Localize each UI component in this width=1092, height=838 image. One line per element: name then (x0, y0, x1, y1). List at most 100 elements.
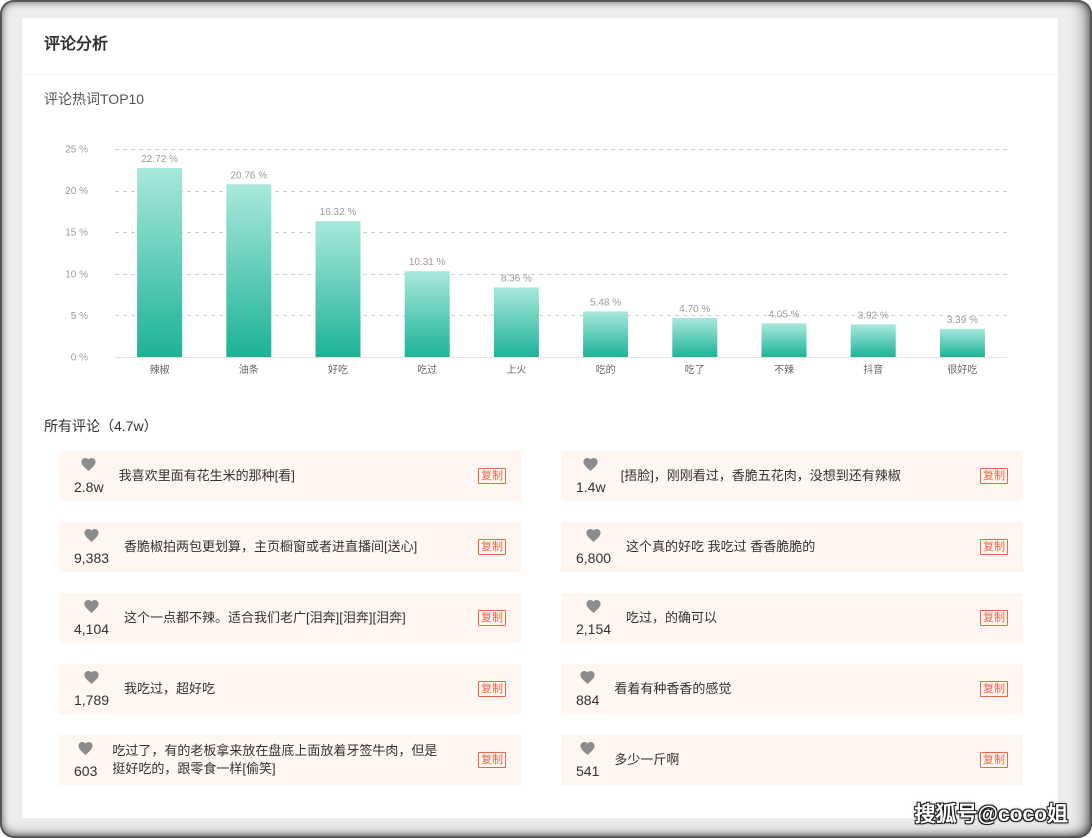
copy-button[interactable]: 复制 (980, 468, 1008, 484)
like-count: 2.8w (74, 478, 104, 495)
bar-value-label: 10.31 % (409, 257, 446, 268)
chart-bar[interactable] (493, 287, 539, 357)
comment-text: 吃过，的确可以 (626, 610, 718, 625)
heart-icon (78, 742, 93, 755)
comment-text: 我吃过，超好吃 (124, 681, 216, 696)
heart-icon-shape (581, 671, 595, 684)
like-stat: 2.8w (74, 458, 104, 495)
y-tick-label: 0 % (71, 353, 88, 364)
bar-value-label: 8.36 % (501, 273, 532, 284)
chart-bar[interactable] (226, 184, 272, 357)
comment-analysis-panel: 评论分析 评论热词TOP10 0 % 5 % 10 % 15 % 20 % 25 % 22.… (22, 18, 1058, 818)
heart-icon-shape (581, 742, 595, 755)
page-title: 评论分析 (44, 36, 109, 53)
heart-icon (583, 458, 598, 471)
chart-bar[interactable] (315, 221, 361, 357)
heart-icon (84, 529, 99, 542)
heart-icon (586, 529, 601, 542)
y-tick-label: 25 % (65, 145, 88, 156)
comment-list: 2.8w 我喜欢里面有花生米的那种[看] 复制 1.4w [捂脸]，刚刚看过，香… (59, 451, 1023, 785)
like-stat: 6,800 (576, 529, 611, 566)
bar-value-label: 4.05 % (768, 309, 799, 320)
like-stat: 2,154 (576, 600, 611, 637)
heart-icon-shape (584, 458, 598, 471)
x-tick-label: 抖音 (863, 363, 883, 376)
x-tick-label: 油条 (239, 363, 259, 376)
y-tick-label: 15 % (65, 228, 88, 239)
heart-icon (84, 671, 99, 684)
heart-icon-shape (586, 600, 600, 613)
comment-card: 1.4w [捂脸]，刚刚看过，香脆五花肉，没想到还有辣椒 复制 (561, 451, 1023, 501)
like-count: 1.4w (576, 478, 606, 495)
chart-bar[interactable] (761, 323, 807, 357)
heart-icon (81, 458, 96, 471)
like-stat: 1,789 (74, 671, 109, 708)
heart-icon-shape (586, 529, 600, 542)
comment-card: 9,383 香脆椒拍两包更划算，主页橱窗或者进直播间[送心] 复制 (59, 522, 521, 572)
all-comments-title: 所有评论（4.7w） (44, 418, 158, 434)
chart-bar[interactable] (672, 317, 718, 357)
chart-bar[interactable] (404, 271, 450, 357)
chart-bar[interactable] (137, 167, 183, 357)
copy-button[interactable]: 复制 (478, 752, 506, 768)
comment-text: 这个真的好吃 我吃过 香香脆脆的 (626, 539, 816, 554)
like-stat: 9,383 (74, 529, 109, 566)
x-tick-label: 很好吃 (947, 363, 977, 376)
y-tick-label: 5 % (71, 311, 88, 322)
bar-value-label: 22.72 % (141, 154, 178, 165)
bar-value-label: 20.76 % (230, 170, 267, 181)
source-watermark: 搜狐号@coco姐 (914, 803, 1069, 826)
hot-words-bar-chart: 0 % 5 % 10 % 15 % 20 % 25 % 22.72 % 辣椒 20.76 % 油条… (65, 145, 1007, 376)
comment-text: [捂脸]，刚刚看过，香脆五花肉，没想到还有辣椒 (620, 468, 901, 483)
comment-card: 884 看着有种香香的感觉 复制 (561, 664, 1023, 714)
bar-value-label: 5.48 % (590, 297, 621, 308)
copy-button[interactable]: 复制 (478, 468, 506, 484)
heart-icon-shape (82, 458, 96, 471)
chart-bar[interactable] (939, 328, 985, 357)
heart-icon (580, 742, 595, 755)
heart-icon-shape (84, 671, 98, 684)
heart-icon (586, 600, 601, 613)
like-count: 541 (576, 762, 600, 779)
comment-text: 看着有种香香的感觉 (614, 681, 732, 696)
copy-button[interactable]: 复制 (980, 752, 1008, 768)
copy-button[interactable]: 复制 (478, 539, 506, 555)
y-tick-label: 10 % (65, 269, 88, 280)
chart-bar[interactable] (583, 311, 629, 357)
x-tick-label: 上火 (506, 364, 526, 376)
comment-card: 4,104 这个一点都不辣。适合我们老广[泪奔][泪奔][泪奔] 复制 (59, 593, 521, 643)
copy-button[interactable]: 复制 (478, 681, 506, 697)
chart-title: 评论热词TOP10 (44, 91, 145, 107)
heart-icon-shape (79, 742, 93, 755)
like-stat: 884 (576, 671, 599, 708)
comment-card: 1,789 我吃过，超好吃 复制 (59, 664, 521, 714)
heart-icon-shape (84, 600, 98, 613)
like-count: 884 (576, 691, 600, 708)
comment-text: 我喜欢里面有花生米的那种[看] (118, 468, 295, 483)
bar-value-label: 3.39 % (947, 315, 978, 326)
comment-card: 2,154 吃过，的确可以 复制 (561, 593, 1023, 643)
panel-header: 评论分析 (22, 18, 1058, 75)
comment-card: 541 多少一斤啊 复制 (561, 735, 1023, 785)
x-tick-label: 吃过 (417, 363, 437, 376)
x-tick-label: 不辣 (774, 363, 794, 376)
copy-button[interactable]: 复制 (478, 610, 506, 626)
chart-bar[interactable] (850, 324, 896, 357)
like-count: 2,154 (576, 620, 612, 637)
copy-button[interactable]: 复制 (980, 610, 1008, 626)
bar-value-label: 3.92 % (858, 310, 889, 321)
like-count: 6,800 (576, 549, 612, 566)
comment-text: 多少一斤啊 (614, 752, 680, 767)
heart-icon (84, 600, 99, 613)
y-tick-label: 20 % (65, 186, 88, 197)
like-stat: 603 (74, 742, 97, 779)
comment-card: 603 吃过了，有的老板拿来放在盘底上面放着牙签牛肉，但是挺好吃的，跟零食一样[… (59, 735, 521, 785)
copy-button[interactable]: 复制 (980, 539, 1008, 555)
comment-card: 2.8w 我喜欢里面有花生米的那种[看] 复制 (59, 451, 521, 501)
copy-button[interactable]: 复制 (980, 681, 1008, 697)
bar-value-label: 16.32 % (320, 207, 357, 218)
like-stat: 1.4w (576, 458, 606, 495)
comment-text: 这个一点都不辣。适合我们老广[泪奔][泪奔][泪奔] (124, 610, 406, 625)
x-tick-label: 辣椒 (150, 363, 170, 376)
heart-icon (580, 671, 595, 684)
